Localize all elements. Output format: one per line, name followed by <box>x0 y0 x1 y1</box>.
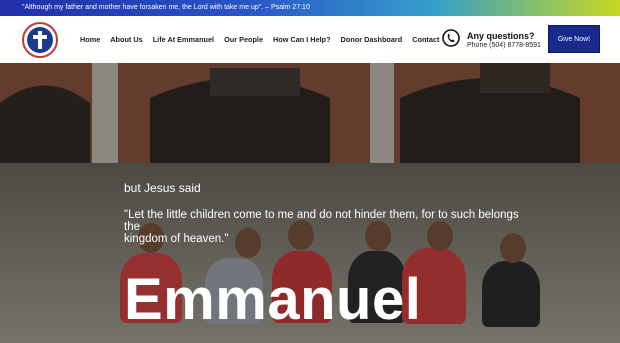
contact-title: Any questions? <box>467 31 535 41</box>
nav-our-people[interactable]: Our People <box>224 35 263 44</box>
phone-icon <box>441 28 461 53</box>
hero-quote-line: kingdom of heaven." <box>124 233 229 245</box>
site-logo[interactable] <box>22 22 58 58</box>
hero-intro-text: but Jesus said <box>124 181 201 195</box>
contact-phone[interactable]: Phone (504) 8778-8591 <box>467 42 541 49</box>
nav-life-at-emmanuel[interactable]: Life At Emmanuel <box>153 35 214 44</box>
nav-home[interactable]: Home <box>80 35 100 44</box>
nav-contact[interactable]: Contact <box>412 35 439 44</box>
nav-about-us[interactable]: About Us <box>110 35 142 44</box>
give-now-button[interactable]: Give Now! <box>548 25 600 53</box>
top-quote-bar: "Although my father and mother have fors… <box>0 0 620 16</box>
site-header: Home About Us Life At Emmanuel Our Peopl… <box>0 16 620 63</box>
hero-quote-line: the <box>124 221 140 233</box>
top-quote-text: "Although my father and mother have fors… <box>22 4 310 11</box>
contact-block: Any questions? Phone (504) 8778-8591 <box>441 26 541 54</box>
hero-quote-line: "Let the little children come to me and … <box>124 209 519 221</box>
nav-donor-dashboard[interactable]: Donor Dashboard <box>341 35 403 44</box>
hero-quote: "Let the little children come to me and … <box>124 209 594 245</box>
main-nav: Home About Us Life At Emmanuel Our Peopl… <box>80 16 439 63</box>
cross-icon <box>27 27 53 53</box>
hero-banner: but Jesus said "Let the little children … <box>0 63 620 343</box>
nav-how-can-i-help[interactable]: How Can I Help? <box>273 35 331 44</box>
hero-title: Emmanuel <box>124 267 422 332</box>
